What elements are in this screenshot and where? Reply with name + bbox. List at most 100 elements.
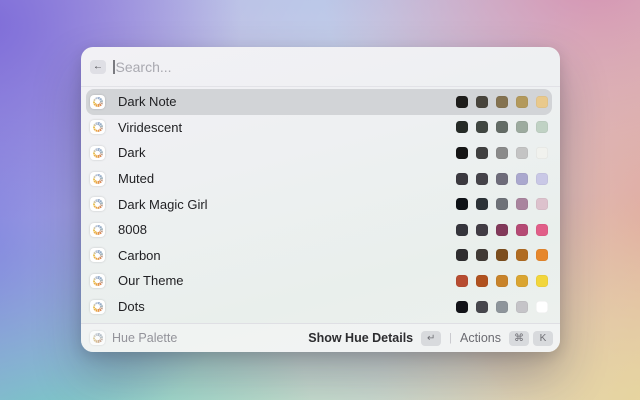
actions-button[interactable]: Actions	[460, 331, 501, 345]
theme-name-label: Viridescent	[118, 119, 183, 135]
app-name-label: Hue Palette	[112, 331, 178, 345]
color-swatch	[536, 95, 548, 108]
hue-ring-icon	[92, 96, 103, 107]
search-input[interactable]	[115, 58, 548, 75]
color-swatch	[516, 249, 528, 262]
color-swatch	[456, 300, 468, 313]
command-palette-window: ← Dark Note Viridescent Dark Muted Dark Magi…	[81, 47, 560, 352]
palette-icon	[90, 94, 105, 109]
palette-icon	[90, 120, 105, 135]
list-item[interactable]: Muted	[86, 166, 552, 192]
theme-name-label: Dark Note	[118, 94, 177, 110]
color-swatch	[456, 95, 468, 108]
color-swatch	[476, 198, 488, 211]
palette-icon	[90, 273, 105, 288]
color-swatch	[476, 172, 488, 185]
palette-icon	[90, 171, 105, 186]
back-button[interactable]: ←	[90, 59, 106, 74]
color-swatch	[496, 172, 508, 185]
color-swatch	[476, 274, 488, 287]
theme-name-label: Dots	[118, 299, 145, 315]
theme-name-label: Our Theme	[118, 273, 184, 289]
hue-ring-icon	[92, 199, 103, 210]
theme-color-swatches	[456, 249, 548, 262]
list-item[interactable]: Our Theme	[86, 268, 552, 294]
palette-icon	[90, 145, 105, 160]
palette-icon	[90, 222, 105, 237]
theme-list: Dark Note Viridescent Dark Muted Dark Magic …	[81, 87, 560, 323]
theme-color-swatches	[456, 95, 548, 108]
theme-color-swatches	[456, 121, 548, 134]
hue-ring-icon	[92, 173, 103, 184]
color-swatch	[536, 274, 548, 287]
hue-ring-icon	[92, 301, 103, 312]
color-swatch	[536, 121, 548, 134]
color-swatch	[516, 198, 528, 211]
theme-color-swatches	[456, 223, 548, 236]
list-item[interactable]: Dots	[86, 294, 552, 320]
color-swatch	[536, 172, 548, 185]
theme-color-swatches	[456, 198, 548, 211]
color-swatch	[516, 223, 528, 236]
theme-color-swatches	[456, 146, 548, 159]
color-swatch	[516, 146, 528, 159]
color-swatch	[496, 274, 508, 287]
arrow-left-icon: ←	[93, 60, 103, 72]
list-item[interactable]: Carbon	[86, 243, 552, 269]
color-swatch	[496, 146, 508, 159]
theme-name-label: Muted	[118, 171, 155, 187]
theme-name-label: Dark	[118, 145, 146, 161]
list-item[interactable]: Dark Note	[86, 89, 552, 115]
color-swatch	[456, 198, 468, 211]
color-swatch	[516, 95, 528, 108]
color-swatch	[456, 249, 468, 262]
list-item[interactable]: Viridescent	[86, 115, 552, 141]
color-swatch	[476, 95, 488, 108]
color-swatch	[536, 146, 548, 159]
color-swatch	[496, 300, 508, 313]
theme-name-label: 8008	[118, 222, 147, 238]
color-swatch	[516, 172, 528, 185]
theme-name-label: Carbon	[118, 247, 161, 263]
footer-actions: Show Hue Details ↵ | Actions ⌘ K	[308, 330, 553, 346]
color-swatch	[516, 274, 528, 287]
key-badge[interactable]: K	[533, 330, 553, 346]
color-swatch	[496, 95, 508, 108]
color-swatch	[456, 146, 468, 159]
color-swatch	[536, 223, 548, 236]
color-swatch	[456, 121, 468, 134]
show-hue-details-button[interactable]: Show Hue Details	[308, 331, 413, 345]
color-swatch	[516, 121, 528, 134]
hue-ring-icon	[92, 122, 103, 133]
theme-color-swatches	[456, 172, 548, 185]
color-swatch	[496, 223, 508, 236]
app-icon	[90, 331, 105, 345]
palette-icon	[90, 299, 105, 314]
color-swatch	[496, 249, 508, 262]
color-swatch	[536, 198, 548, 211]
hue-ring-icon	[92, 147, 103, 158]
list-item[interactable]: Dark	[86, 140, 552, 166]
color-swatch	[536, 249, 548, 262]
palette-icon	[90, 197, 105, 212]
shortcut-keys: ⌘ K	[501, 330, 553, 346]
color-swatch	[516, 300, 528, 313]
color-swatch	[456, 172, 468, 185]
theme-color-swatches	[456, 274, 548, 287]
color-swatch	[476, 121, 488, 134]
footer-separator: |	[449, 332, 452, 344]
color-swatch	[476, 249, 488, 262]
search-bar: ←	[81, 47, 560, 87]
enter-key-badge[interactable]: ↵	[421, 330, 442, 346]
color-swatch	[476, 300, 488, 313]
hue-ring-icon	[92, 275, 103, 286]
list-item[interactable]: 8008	[86, 217, 552, 243]
hue-ring-icon	[92, 250, 103, 261]
palette-icon	[90, 248, 105, 263]
color-swatch	[536, 300, 548, 313]
color-swatch	[496, 198, 508, 211]
list-item[interactable]: Dark Magic Girl	[86, 191, 552, 217]
color-swatch	[476, 223, 488, 236]
footer-bar: Hue Palette Show Hue Details ↵ | Actions…	[81, 323, 560, 352]
key-badge[interactable]: ⌘	[509, 330, 529, 346]
